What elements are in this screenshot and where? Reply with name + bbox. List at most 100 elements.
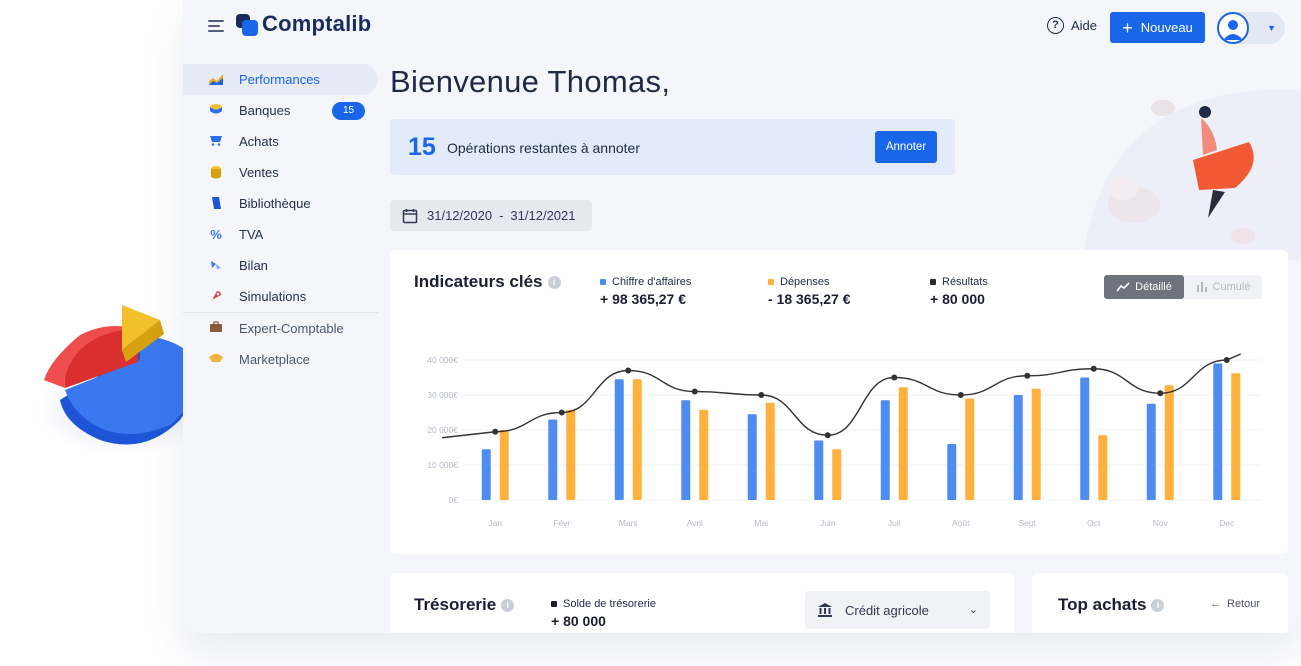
user-menu[interactable]: ▼ (1217, 12, 1285, 44)
toggle-detailed[interactable]: Détaillé (1104, 275, 1184, 299)
page-title: Bienvenue Thomas, (390, 64, 671, 99)
expense-bar[interactable] (965, 398, 975, 501)
logo-icon (236, 14, 258, 36)
expense-bar[interactable] (765, 402, 775, 500)
info-icon[interactable]: i (547, 276, 561, 289)
revenue-bar[interactable] (681, 400, 691, 500)
sidebar-item-label: TVA (239, 227, 264, 242)
expense-bar[interactable] (566, 409, 576, 500)
chevron-down-icon: ⌄ (968, 604, 978, 616)
info-icon[interactable]: i (501, 599, 515, 612)
kpi-value: - 18 365,27 € (768, 291, 851, 307)
bank-building-icon (818, 603, 832, 617)
plus-icon: + (1122, 17, 1133, 38)
results-point[interactable] (824, 432, 831, 439)
sidebar-item-ventes[interactable]: Ventes (183, 157, 378, 188)
kpi-value: + 98 365,27 € (600, 291, 687, 307)
results-point[interactable] (891, 374, 898, 381)
sidebar-item-bilan[interactable]: Bilan (183, 250, 378, 281)
legend-swatch (551, 601, 557, 607)
sidebar-item-achats[interactable]: Achats (183, 126, 378, 157)
handshake-icon (208, 352, 224, 368)
results-point[interactable] (625, 367, 632, 374)
sidebar-item-label: Banques (239, 103, 291, 118)
bar-chart-icon (1196, 282, 1207, 292)
results-point[interactable] (492, 428, 499, 435)
x-tick-label: Août (952, 518, 970, 528)
revenue-bar[interactable] (548, 419, 558, 501)
sidebar-item-bibliotheque[interactable]: Bibliothèque (183, 188, 378, 219)
results-point[interactable] (691, 388, 698, 395)
sidebar: Performances Banques 15 Achats Ventes Bi… (183, 64, 378, 375)
expense-bar[interactable] (1098, 435, 1108, 500)
expense-bar[interactable] (1231, 373, 1241, 500)
x-tick-label: Mars (619, 518, 638, 528)
results-point[interactable] (1024, 372, 1031, 379)
date-start: 31/12/2020 (427, 208, 493, 223)
kpi-value: + 80 000 (930, 291, 985, 307)
revenue-bar[interactable] (614, 379, 624, 500)
indicators-title: Indicateurs clés i (414, 272, 561, 292)
arrow-left-icon: ← (1210, 598, 1221, 610)
bank-select-value: Crédit agricole (845, 602, 929, 618)
bank-select[interactable]: Crédit agricole ⌄ (805, 591, 990, 629)
revenue-bar[interactable] (1146, 403, 1156, 500)
date-range-picker[interactable]: 31/12/2020 - 31/12/2021 (390, 200, 592, 231)
revenue-bar[interactable] (947, 444, 957, 500)
toggle-cumulative-label: Cumulé (1212, 281, 1251, 293)
sidebar-item-label: Achats (239, 134, 279, 149)
sidebar-item-performances[interactable]: Performances (183, 64, 378, 95)
sidebar-item-label: Bibliothèque (239, 196, 311, 211)
coins-icon (208, 165, 224, 181)
y-tick-label: 10 000€ (427, 460, 458, 470)
results-point[interactable] (558, 409, 565, 416)
top-bar: Comptalib ? Aide + Nouveau ▼ (183, 0, 1301, 56)
expense-bar[interactable] (699, 409, 709, 500)
results-point[interactable] (1157, 390, 1164, 397)
count-badge: 15 (332, 102, 365, 120)
results-point[interactable] (957, 392, 964, 398)
y-tick-label: 20 000€ (427, 425, 458, 435)
revenue-bar[interactable] (880, 400, 890, 500)
expense-bar[interactable] (1031, 388, 1041, 500)
revenue-bar[interactable] (1213, 363, 1223, 501)
toggle-cumulative[interactable]: Cumulé (1184, 275, 1262, 299)
revenue-bar[interactable] (747, 414, 757, 500)
menu-icon[interactable] (208, 20, 224, 34)
sidebar-item-marketplace[interactable]: Marketplace (183, 344, 378, 375)
sidebar-item-banques[interactable]: Banques 15 (183, 95, 378, 126)
expense-bar[interactable] (832, 449, 842, 500)
new-button[interactable]: + Nouveau (1110, 12, 1205, 43)
chart-icon (208, 72, 224, 88)
legend-swatch (768, 279, 774, 285)
expense-bar[interactable] (632, 379, 642, 500)
back-link[interactable]: ← Retour (1210, 598, 1260, 610)
results-point[interactable] (1223, 357, 1230, 363)
sidebar-item-label: Expert-Comptable (239, 321, 344, 336)
brand-name: Comptalib (262, 11, 372, 36)
info-icon[interactable]: i (1151, 599, 1165, 612)
y-tick-label: 40 000€ (427, 355, 458, 365)
revenue-bar[interactable] (1013, 395, 1023, 500)
revenue-bar[interactable] (481, 449, 491, 500)
results-point[interactable] (1090, 365, 1097, 372)
sidebar-item-tva[interactable]: % TVA (183, 219, 378, 250)
x-tick-label: Févr (553, 518, 570, 528)
expense-bar[interactable] (898, 387, 908, 500)
help-link[interactable]: ? Aide (1047, 17, 1097, 34)
rocket-icon (208, 289, 224, 305)
revenue-bar[interactable] (1080, 377, 1090, 501)
back-link-label: Retour (1227, 598, 1261, 610)
calendar-icon (402, 208, 418, 223)
sidebar-item-simulations[interactable]: Simulations (183, 281, 378, 312)
expense-bar[interactable] (1164, 385, 1174, 500)
bank-icon (208, 103, 224, 119)
revenue-bar[interactable] (814, 440, 824, 501)
kpi-results: Résultats + 80 000 (930, 276, 988, 307)
x-tick-label: Juil (888, 518, 901, 528)
sidebar-item-expert-comptable[interactable]: Expert-Comptable (183, 313, 378, 344)
annotate-button[interactable]: Annoter (875, 131, 937, 163)
results-point[interactable] (758, 392, 765, 398)
cart-icon (208, 134, 224, 150)
expense-bar[interactable] (499, 430, 509, 500)
